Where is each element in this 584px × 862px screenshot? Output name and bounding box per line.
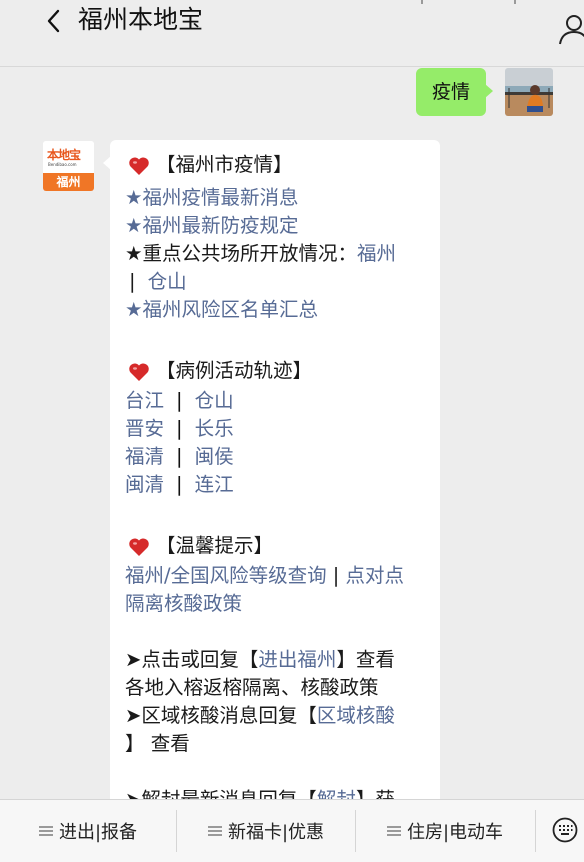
reply-content: 【福州市疫情】 ★福州疫情最新消息 ★福州最新防疫规定 ★重点公共场所开放情况：… — [125, 146, 425, 799]
status-tick — [421, 0, 423, 4]
link-district[interactable]: 连江 — [195, 473, 234, 496]
reply-bubble: 【福州市疫情】 ★福州疫情最新消息 ★福州最新防疫规定 ★重点公共场所开放情况：… — [103, 140, 440, 799]
heart-icon — [129, 156, 149, 175]
link-area-testing[interactable]: 区域核酸 — [317, 704, 395, 727]
link-risk-query[interactable]: 福州/全国风险等级查询 — [125, 564, 327, 587]
pipe-separator: | — [129, 270, 136, 293]
link-district[interactable]: 台江 — [125, 389, 164, 412]
link-public-cangshan[interactable]: 仓山 — [148, 270, 187, 293]
link-p2p-policy[interactable]: 隔离核酸政策 — [125, 592, 242, 615]
section-heading: 【温馨提示】 — [125, 530, 425, 562]
menu-item-xinfu-card[interactable]: 新福卡|优惠 — [177, 800, 355, 862]
bendibao-logo: 本地宝 Bendibao.com — [43, 141, 94, 173]
link-district[interactable]: 闽侯 — [195, 445, 234, 468]
status-tick — [514, 0, 516, 4]
my-avatar[interactable] — [505, 68, 553, 116]
link-district[interactable]: 仓山 — [195, 389, 234, 412]
link-fuzhou-news[interactable]: ★福州疫情最新消息 — [125, 186, 298, 209]
link-district[interactable]: 长乐 — [195, 417, 234, 440]
menu-item-housing[interactable]: 住房|电动车 — [356, 800, 534, 862]
link-fuzhou-rules[interactable]: ★福州最新防疫规定 — [125, 214, 298, 237]
chevron-left-icon[interactable] — [42, 8, 68, 34]
link-risk-areas[interactable]: ★福州风险区名单汇总 — [125, 298, 318, 321]
section-heading: 【病例活动轨迹】 — [125, 355, 425, 387]
person-icon[interactable] — [556, 12, 584, 46]
link-district[interactable]: 福清 — [125, 445, 164, 468]
bottom-menu-bar: 进出|报备 新福卡|优惠 住房|电动车 — [0, 799, 584, 862]
bot-avatar[interactable]: 本地宝 Bendibao.com 福州 — [43, 141, 94, 191]
chat-area[interactable]: 疫情 本地宝 Bendibao.com 福州 【福州市疫情】 ★福州疫情最新消息… — [0, 67, 584, 799]
section-heading: 【福州市疫情】 — [125, 146, 425, 184]
outgoing-message[interactable]: 疫情 — [416, 68, 494, 116]
menu-icon — [38, 825, 53, 837]
menu-item-enter-exit[interactable]: 进出|报备 — [0, 800, 176, 862]
keyboard-icon[interactable] — [552, 817, 578, 843]
link-public-fuzhou[interactable]: 福州 — [357, 242, 396, 265]
link-district[interactable]: 晋安 — [125, 417, 164, 440]
top-bar: 福州本地宝 — [0, 0, 584, 67]
avatar-photo — [505, 68, 553, 116]
menu-icon — [386, 825, 401, 837]
link-unlock-news[interactable]: 解封 — [317, 788, 356, 799]
link-district[interactable]: 闽清 — [125, 473, 164, 496]
logo-city-label: 福州 — [43, 173, 94, 191]
menu-icon — [207, 825, 222, 837]
public-places-label: ★重点公共场所开放情况： — [125, 242, 357, 265]
heart-icon — [129, 537, 149, 556]
link-enter-exit-fuzhou[interactable]: 进出福州 — [258, 648, 336, 671]
heart-icon — [129, 362, 149, 381]
chat-title: 福州本地宝 — [78, 5, 204, 34]
link-p2p-policy[interactable]: 点对点 — [346, 564, 405, 587]
